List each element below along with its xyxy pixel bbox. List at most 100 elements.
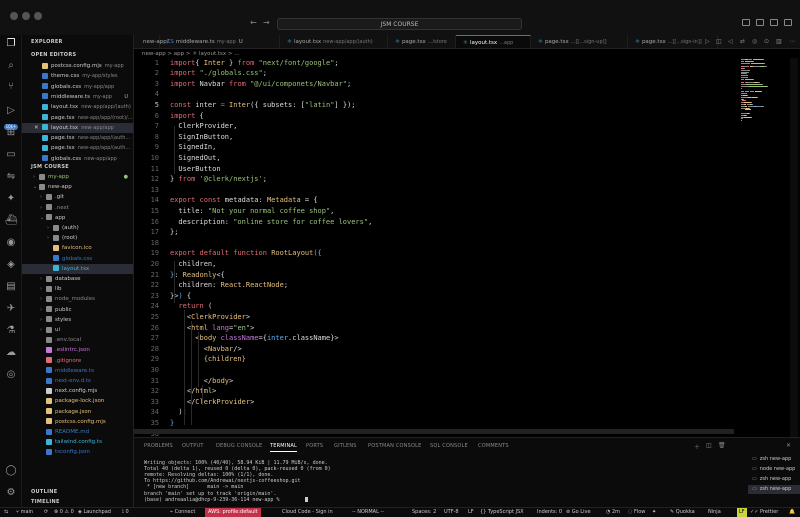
- outline-header[interactable]: OUTLINE: [31, 489, 57, 495]
- timeline-header[interactable]: TIMELINE: [31, 499, 60, 505]
- open-editors-header[interactable]: OPEN EDITORS: [31, 52, 76, 58]
- command-center-search[interactable]: JSM COURSE: [277, 18, 522, 30]
- python-icon[interactable]: ◈: [5, 259, 17, 271]
- tree-folder[interactable]: › my-app ●: [22, 172, 133, 182]
- tree-folder[interactable]: › (auth): [22, 223, 133, 233]
- github-icon[interactable]: ◎: [5, 369, 17, 381]
- code-line[interactable]: children: React.ReactNode;: [170, 281, 288, 289]
- tree-folder[interactable]: › database: [22, 274, 133, 284]
- split-terminal-icon[interactable]: ◫: [706, 442, 712, 449]
- tree-folder[interactable]: › styles: [22, 315, 133, 325]
- tree-file[interactable]: favicon.ico: [22, 243, 133, 253]
- open-editor-item[interactable]: page.tsx new-app/app/(root)/...: [22, 113, 133, 123]
- code-line[interactable]: export const metadata: Metadata = {: [170, 196, 318, 204]
- code-line[interactable]: } from '@clerk/nextjs';: [170, 175, 267, 183]
- panel-tab[interactable]: PROBLEMS: [144, 443, 173, 449]
- tree-file[interactable]: package.json: [22, 407, 133, 417]
- code-line[interactable]: }: Readonly<{: [170, 271, 225, 279]
- code-line[interactable]: </ClerkProvider>: [170, 398, 254, 406]
- code-line[interactable]: <body className={inter.className}>: [170, 334, 338, 342]
- testing-icon[interactable]: ⚗: [5, 325, 17, 337]
- open-editor-item[interactable]: page.tsx new-app/app/(auth...: [22, 143, 133, 153]
- terminal-instance[interactable]: ▭ zsh new-app: [748, 455, 800, 464]
- code-line[interactable]: <ClerkProvider>: [170, 313, 250, 321]
- panel-tab[interactable]: TERMINAL: [270, 443, 298, 452]
- run-debug-icon[interactable]: ▷: [5, 105, 17, 117]
- code-line[interactable]: ClerkProvider,: [170, 122, 237, 130]
- vertical-scrollbar[interactable]: [790, 58, 798, 437]
- notifications-bell-icon[interactable]: 🔔: [789, 508, 795, 517]
- code-line[interactable]: description: "online store for coffee lo…: [170, 218, 372, 226]
- aws-icon[interactable]: ☁: [5, 347, 17, 359]
- tree-folder[interactable]: › lib: [22, 284, 133, 294]
- code-line[interactable]: import{ Inter } from "next/font/google";: [170, 59, 339, 67]
- database-icon[interactable]: ◉: [5, 237, 17, 249]
- close-panel-icon[interactable]: ✕: [786, 442, 791, 449]
- editor-tab[interactable]: TS middleware.ts my-app U: [160, 35, 280, 48]
- folder-icon[interactable]: ▤: [5, 281, 17, 293]
- minimap[interactable]: [739, 58, 787, 437]
- terminal-instance[interactable]: ▭ zsh new-app: [748, 485, 800, 494]
- panel-tab[interactable]: PORTS: [306, 443, 323, 449]
- open-editor-item[interactable]: globals.css my-app/app: [22, 82, 133, 92]
- account-icon[interactable]: ◯: [5, 465, 17, 477]
- tree-folder[interactable]: › node_modules: [22, 294, 133, 304]
- open-editor-item[interactable]: ✕ layout.tsx new-app/app: [22, 122, 133, 133]
- tree-file[interactable]: layout.tsx: [22, 263, 133, 274]
- code-line[interactable]: const inter = Inter({ subsets: ["latin"]…: [170, 101, 356, 109]
- panel-tab[interactable]: POSTMAN CONSOLE: [368, 443, 421, 449]
- code-line[interactable]: };: [170, 228, 178, 236]
- code-line[interactable]: </html>: [170, 387, 217, 395]
- problems-indicator[interactable]: ⊗ 0 ⚠ 0: [54, 508, 74, 517]
- gitlens-icon[interactable]: ⇋: [5, 171, 17, 183]
- toggle-sidebar-icon[interactable]: [742, 19, 750, 26]
- code-line[interactable]: </body>: [170, 377, 234, 385]
- editor-tab[interactable]: ⚛ layout.tsx ...app: [456, 35, 531, 48]
- go-live-button[interactable]: ⊚ Go Live: [566, 508, 591, 517]
- code-editor[interactable]: 1 import{ Inter } from "next/font/google"…: [134, 58, 800, 437]
- terminal-instance[interactable]: ▭ node new-app: [748, 465, 800, 474]
- toggle-panel-icon[interactable]: [756, 19, 764, 26]
- code-line[interactable]: return (: [170, 302, 212, 310]
- terminal-instance[interactable]: ▭ zsh new-app: [748, 475, 800, 484]
- customize-layout-icon[interactable]: [784, 19, 792, 26]
- breadcrumb[interactable]: new-app > app > ⚛ layout.tsx > ...: [142, 51, 239, 57]
- split-right-icon[interactable]: ▥: [776, 38, 782, 45]
- settings-gear-icon[interactable]: ⚙: [5, 487, 17, 499]
- tree-file[interactable]: package-lock.json: [22, 396, 133, 406]
- editor-tab[interactable]: ⚛ page.tsx ...[[...sign-up]]: [531, 35, 628, 48]
- encoding[interactable]: UTF-8: [444, 508, 459, 517]
- editor-tab[interactable]: ⚛ page.tsx .../store: [388, 35, 456, 48]
- code-line[interactable]: UserButton: [170, 165, 220, 173]
- split-editor-icon[interactable]: ◫: [716, 38, 722, 45]
- open-editor-item[interactable]: globals.css new-app/app: [22, 154, 133, 164]
- back-arrow-icon[interactable]: ←: [250, 18, 257, 27]
- code-line[interactable]: import {: [170, 112, 204, 120]
- open-editor-item[interactable]: middleware.ts my-app U: [22, 92, 133, 102]
- indentation-spaces[interactable]: Spaces: 2: [412, 508, 436, 517]
- kill-terminal-icon[interactable]: 🗑: [718, 442, 726, 449]
- new-terminal-icon[interactable]: ＋: [694, 442, 700, 451]
- remote-indicator-icon[interactable]: ⇆: [4, 508, 8, 517]
- code-line[interactable]: import Navbar from "@/ui/componets/Navba…: [170, 80, 351, 88]
- git-branch[interactable]: ⑂ main: [16, 508, 33, 517]
- code-line[interactable]: import "./globals.css";: [170, 69, 267, 77]
- editor-tab[interactable]: new-app/...: [134, 35, 174, 48]
- run-icon[interactable]: ▷: [705, 38, 710, 45]
- code-line[interactable]: children,: [170, 260, 216, 268]
- code-line[interactable]: SignedOut,: [170, 154, 220, 162]
- explorer-icon[interactable]: ❐: [5, 38, 17, 50]
- close-editor-icon[interactable]: ✕: [34, 123, 39, 133]
- open-changes-icon[interactable]: ⊙: [764, 38, 769, 45]
- end-of-line[interactable]: LF: [468, 508, 474, 517]
- extensions-icon[interactable]: ⊞: [5, 127, 17, 139]
- tree-folder[interactable]: › (root): [22, 233, 133, 243]
- tree-file[interactable]: README.md: [22, 427, 133, 437]
- code-line[interactable]: <html lang="en">: [170, 324, 254, 332]
- search-icon[interactable]: ⌕: [5, 60, 17, 72]
- tree-folder[interactable]: › .git: [22, 192, 133, 202]
- aws-profile-badge[interactable]: AWS: profile:default: [205, 508, 261, 517]
- code-line[interactable]: SignedIn,: [170, 143, 216, 151]
- code-line[interactable]: {children}: [170, 355, 246, 363]
- open-editor-item[interactable]: theme.css my-app/styles: [22, 71, 133, 81]
